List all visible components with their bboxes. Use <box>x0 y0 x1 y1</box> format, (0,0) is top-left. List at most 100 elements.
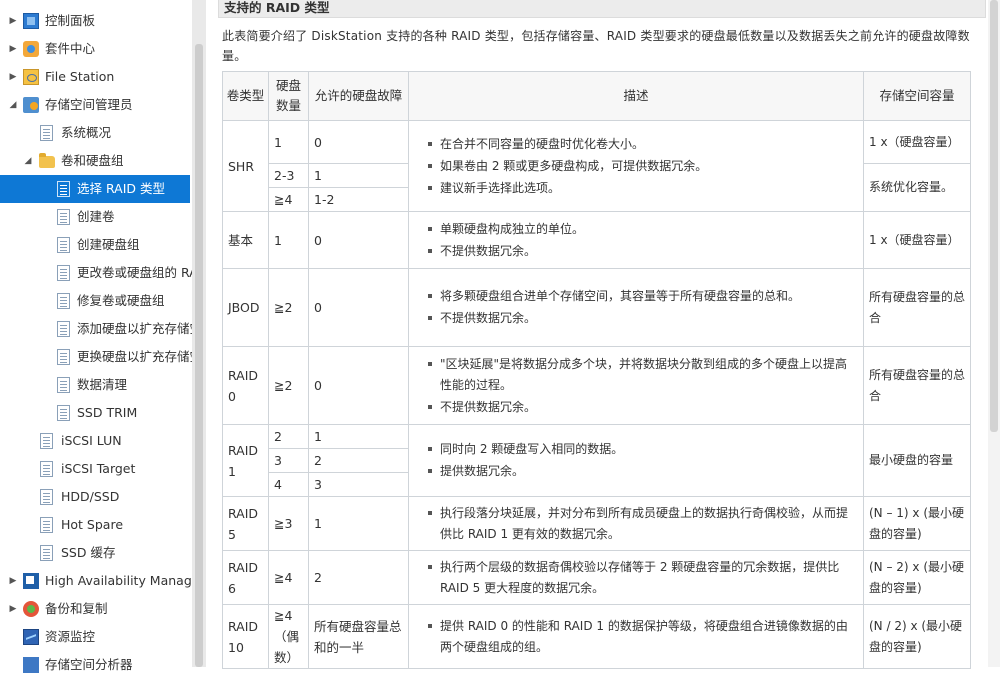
tree-item-iscsi-lun[interactable]: iSCSI LUN <box>0 427 192 455</box>
cell-capacity: (N – 2) x (最小硬盘的容量) <box>863 550 971 605</box>
cell-description: 同时向 2 颗硬盘写入相同的数据。 提供数据冗余。 <box>408 424 864 497</box>
tree-item-label: 选择 RAID 类型 <box>77 181 165 196</box>
cell-type: RAID 6 <box>222 550 269 605</box>
tree-item-package-center[interactable]: ▶ 套件中心 <box>0 35 192 63</box>
page-icon <box>57 209 70 225</box>
tree-item-replace-disk-expand[interactable]: 更换硬盘以扩充存储空 <box>0 343 192 371</box>
tree-item-hdd-ssd[interactable]: HDD/SSD <box>0 483 192 511</box>
cell-fault: 0 <box>308 211 409 269</box>
expand-arrow-icon[interactable]: ▶ <box>8 567 18 595</box>
tree-item-add-disk-expand[interactable]: 添加硬盘以扩充存储空 <box>0 315 192 343</box>
tree-item-choose-raid-type[interactable]: 选择 RAID 类型 <box>0 175 190 203</box>
tree-item-label: 更换硬盘以扩充存储空 <box>77 349 192 364</box>
expand-arrow-icon[interactable]: ▶ <box>8 595 18 623</box>
desc-bullet: 单颗硬盘构成独立的单位。 <box>428 219 858 240</box>
page-icon <box>57 265 70 281</box>
tree-item-change-raid[interactable]: 更改卷或硬盘组的 RA <box>0 259 192 287</box>
help-navigation-tree: ▶ 控制面板 ▶ 套件中心 ▶ File Station ◢ 存储空间管理员 系… <box>0 0 192 673</box>
expand-arrow-icon[interactable]: ▶ <box>8 7 18 35</box>
backup-icon <box>23 601 39 617</box>
tree-item-ssd-trim[interactable]: SSD TRIM <box>0 399 192 427</box>
desc-bullet: 不提供数据冗余。 <box>428 308 858 329</box>
cell-disks: ≧4 <box>268 187 309 212</box>
page-icon <box>40 461 53 477</box>
cell-disks: 4 <box>268 472 309 497</box>
cell-fault: 2 <box>308 550 409 605</box>
desc-bullet: 执行段落分块延展，并对分布到所有成员硬盘上的数据执行奇偶校验，从而提供比 RAI… <box>428 503 858 545</box>
cell-description: 执行段落分块延展，并对分布到所有成员硬盘上的数据执行奇偶校验，从而提供比 RAI… <box>408 496 864 551</box>
tree-item-file-station[interactable]: ▶ File Station <box>0 63 192 91</box>
page-icon <box>57 349 70 365</box>
tree-item-resource-monitor[interactable]: 资源监控 <box>0 623 192 651</box>
desc-bullet: "区块延展"是将数据分成多个块，并将数据块分散到组成的多个硬盘上以提高性能的过程… <box>428 354 858 396</box>
cell-type: SHR <box>222 120 269 212</box>
tree-item-backup-replication[interactable]: ▶ 备份和复制 <box>0 595 192 623</box>
tree-item-storage-analyzer[interactable]: 存储空间分析器 <box>0 651 192 679</box>
cell-description: 将多颗硬盘组合进单个存储空间，其容量等于所有硬盘容量的总和。 不提供数据冗余。 <box>408 268 864 347</box>
cell-description: 执行两个层级的数据奇偶校验以存储等于 2 颗硬盘容量的冗余数据，提供比 RAID… <box>408 550 864 605</box>
tree-item-storage-manager[interactable]: ◢ 存储空间管理员 <box>0 91 192 119</box>
tree-item-label: 创建硬盘组 <box>77 237 140 252</box>
page-icon <box>40 489 53 505</box>
help-content-pane: 支持的 RAID 类型 此表简要介绍了 DiskStation 支持的各种 RA… <box>206 0 988 669</box>
tree-item-label: 备份和复制 <box>45 601 108 616</box>
header-fault-tolerance: 允许的硬盘故障 <box>308 71 409 121</box>
folder-icon <box>39 153 55 168</box>
storage-manager-icon <box>23 97 39 113</box>
page-icon <box>57 181 70 197</box>
tree-item-system-overview[interactable]: 系统概况 <box>0 119 192 147</box>
tree-item-label: 修复卷或硬盘组 <box>77 293 165 308</box>
cell-type: RAID 0 <box>222 346 269 425</box>
page-icon <box>57 377 70 393</box>
cell-fault: 1 <box>308 424 409 449</box>
tree-item-label: 存储空间管理员 <box>45 97 133 112</box>
tree-item-control-panel[interactable]: ▶ 控制面板 <box>0 7 192 35</box>
desc-bullet: 建议新手选择此选项。 <box>428 178 858 199</box>
cell-disks: 2-3 <box>268 163 309 188</box>
sidebar-scrollbar-thumb[interactable] <box>195 44 203 667</box>
desc-bullet: 提供数据冗余。 <box>428 461 858 482</box>
tree-item-high-availability[interactable]: ▶ High Availability Manage <box>0 567 192 595</box>
page-icon <box>57 237 70 253</box>
desc-bullet: 提供 RAID 0 的性能和 RAID 1 的数据保护等级，将硬盘组合进镜像数据… <box>428 616 858 658</box>
control-panel-icon <box>23 13 39 29</box>
tree-item-ssd-cache[interactable]: SSD 缓存 <box>0 539 192 567</box>
expand-arrow-icon[interactable]: ▶ <box>8 35 18 63</box>
tree-item-volume-disk-group[interactable]: ◢ 卷和硬盘组 <box>0 147 192 175</box>
page-icon <box>40 125 53 141</box>
tree-item-repair-volume[interactable]: 修复卷或硬盘组 <box>0 287 192 315</box>
cell-disks: 3 <box>268 448 309 473</box>
desc-bullet: 将多颗硬盘组合进单个存储空间，其容量等于所有硬盘容量的总和。 <box>428 286 858 307</box>
expand-arrow-icon[interactable]: ▶ <box>8 63 18 91</box>
tree-item-label: 系统概况 <box>61 125 112 140</box>
cell-capacity: 最小硬盘的容量 <box>863 424 971 497</box>
tree-item-create-volume[interactable]: 创建卷 <box>0 203 192 231</box>
cell-fault: 1-2 <box>308 187 409 212</box>
collapse-arrow-icon[interactable]: ◢ <box>23 147 33 175</box>
package-center-icon <box>23 41 39 57</box>
table-row-shr: SHR 1 0 在合并不同容量的硬盘时优化卷大小。 如果卷由 2 颗或更多硬盘构… <box>222 120 971 212</box>
cell-disks: ≧4 <box>268 550 309 605</box>
tree-item-data-scrubbing[interactable]: 数据清理 <box>0 371 192 399</box>
cell-disks: ≧3 <box>268 496 309 551</box>
tree-item-iscsi-target[interactable]: iSCSI Target <box>0 455 192 483</box>
cell-type: RAID 1 <box>222 424 269 497</box>
cell-description: 在合并不同容量的硬盘时优化卷大小。 如果卷由 2 颗或更多硬盘构成，可提供数据冗… <box>408 120 864 212</box>
collapse-arrow-icon[interactable]: ◢ <box>8 91 18 119</box>
desc-bullet: 不提供数据冗余。 <box>428 397 858 418</box>
resource-monitor-icon <box>23 629 39 645</box>
tree-item-label: SSD TRIM <box>77 405 138 420</box>
cell-fault: 1 <box>308 496 409 551</box>
page-icon <box>57 293 70 309</box>
tree-item-label: iSCSI LUN <box>61 433 122 448</box>
header-capacity: 存储空间容量 <box>863 71 971 121</box>
tree-item-label: iSCSI Target <box>61 461 136 476</box>
tree-item-hot-spare[interactable]: Hot Spare <box>0 511 192 539</box>
page-icon <box>40 545 53 561</box>
tree-item-create-disk-group[interactable]: 创建硬盘组 <box>0 231 192 259</box>
table-row-basic: 基本 1 0 单颗硬盘构成独立的单位。 不提供数据冗余。 1 x（硬盘容量） <box>222 211 971 269</box>
high-availability-icon <box>23 573 39 589</box>
table-row-raid0: RAID 0 ≧2 0 "区块延展"是将数据分成多个块，并将数据块分散到组成的多… <box>222 346 971 425</box>
intro-paragraph: 此表简要介绍了 DiskStation 支持的各种 RAID 类型，包括存储容量… <box>222 29 970 63</box>
content-scrollbar-thumb[interactable] <box>990 0 998 432</box>
